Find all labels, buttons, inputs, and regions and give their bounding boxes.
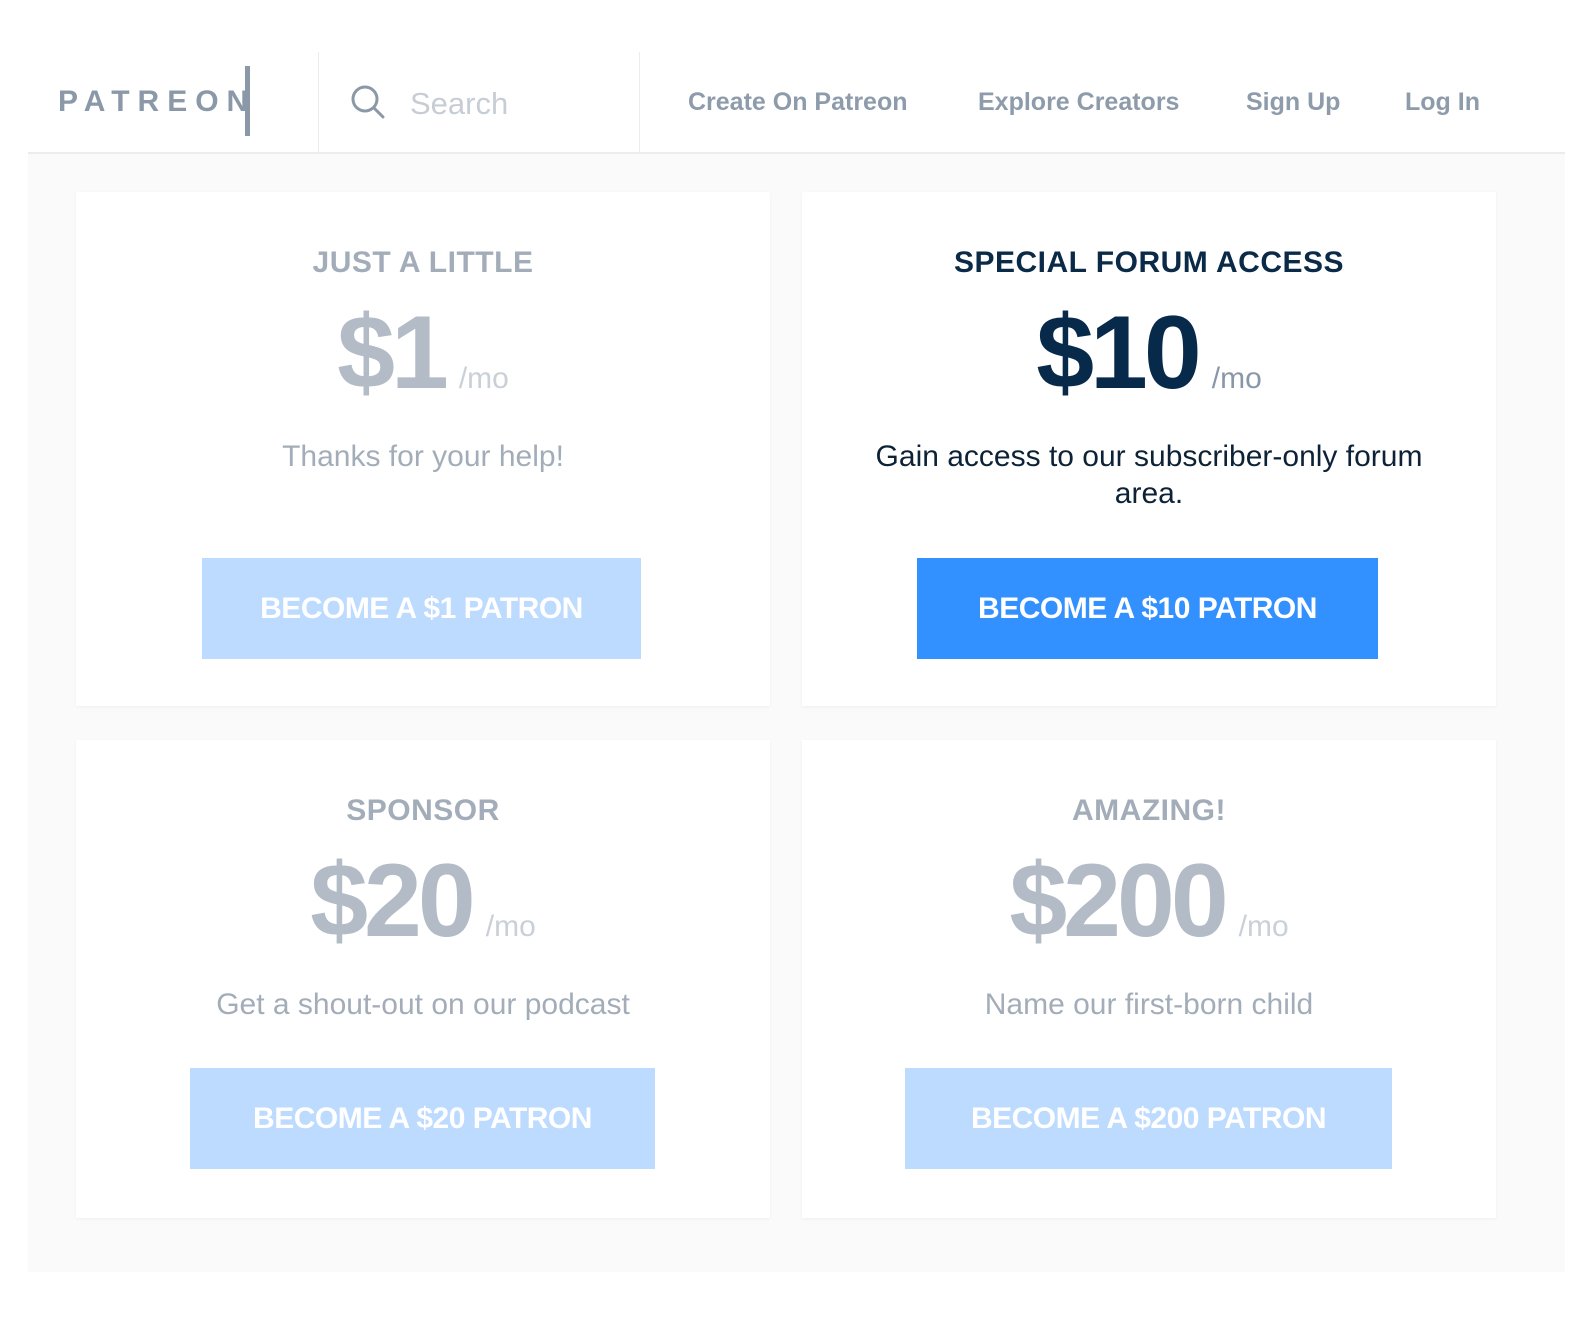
tier-description: Name our first-born child [984,988,1314,1021]
tier-name: JUST A LITTLE [312,246,534,279]
tier-price-row: $20/mo [76,842,770,961]
tier-price: $10 [1036,295,1202,411]
nav-log-in[interactable]: Log In [1405,85,1480,119]
patreon-logo[interactable]: PATREON [58,82,256,122]
search-icon[interactable] [350,84,386,120]
nav-sign-up[interactable]: Sign Up [1246,85,1340,119]
become-patron-button[interactable]: BECOME A $10 PATRON [917,558,1378,659]
tier-card-selected: SPECIAL FORUM ACCESS $10/mo Gain access … [802,192,1496,706]
tier-card: SPONSOR $20/mo Get a shout-out on our po… [76,740,770,1218]
become-patron-button[interactable]: BECOME A $200 PATRON [905,1068,1392,1169]
tier-description: Get a shout-out on our podcast [216,988,630,1021]
tier-name: AMAZING! [1072,794,1226,827]
search-input[interactable] [408,80,642,128]
tier-name: SPONSOR [346,794,500,827]
become-patron-button[interactable]: BECOME A $20 PATRON [190,1068,655,1169]
nav-create-on-patreon[interactable]: Create On Patreon [688,85,908,119]
page-frame: PATREON Create On Patreon Explore Creato… [28,52,1565,1272]
tier-price: $200 [1009,843,1228,959]
tier-name: SPECIAL FORUM ACCESS [953,246,1345,279]
tier-price-row: $1/mo [76,294,770,413]
tier-price-row: $200/mo [802,842,1496,961]
tier-period: /mo [1238,910,1289,943]
tier-period: /mo [458,362,509,395]
top-navigation: PATREON Create On Patreon Explore Creato… [28,52,1565,154]
logo-bar [245,66,250,136]
tier-description: Thanks for your help! [282,440,564,473]
nav-divider [639,52,640,152]
become-patron-button[interactable]: BECOME A $1 PATRON [202,558,641,659]
tier-period: /mo [485,910,536,943]
tier-description: Gain access to our subscriber-only forum… [875,440,1423,510]
nav-explore-creators[interactable]: Explore Creators [978,85,1179,119]
tier-card: AMAZING! $200/mo Name our first-born chi… [802,740,1496,1218]
tier-price-row: $10/mo [802,294,1496,413]
tier-price: $1 [337,295,449,411]
nav-divider [318,52,319,152]
tier-period: /mo [1211,362,1262,395]
tier-price: $20 [310,843,476,959]
tier-card: JUST A LITTLE $1/mo Thanks for your help… [76,192,770,706]
